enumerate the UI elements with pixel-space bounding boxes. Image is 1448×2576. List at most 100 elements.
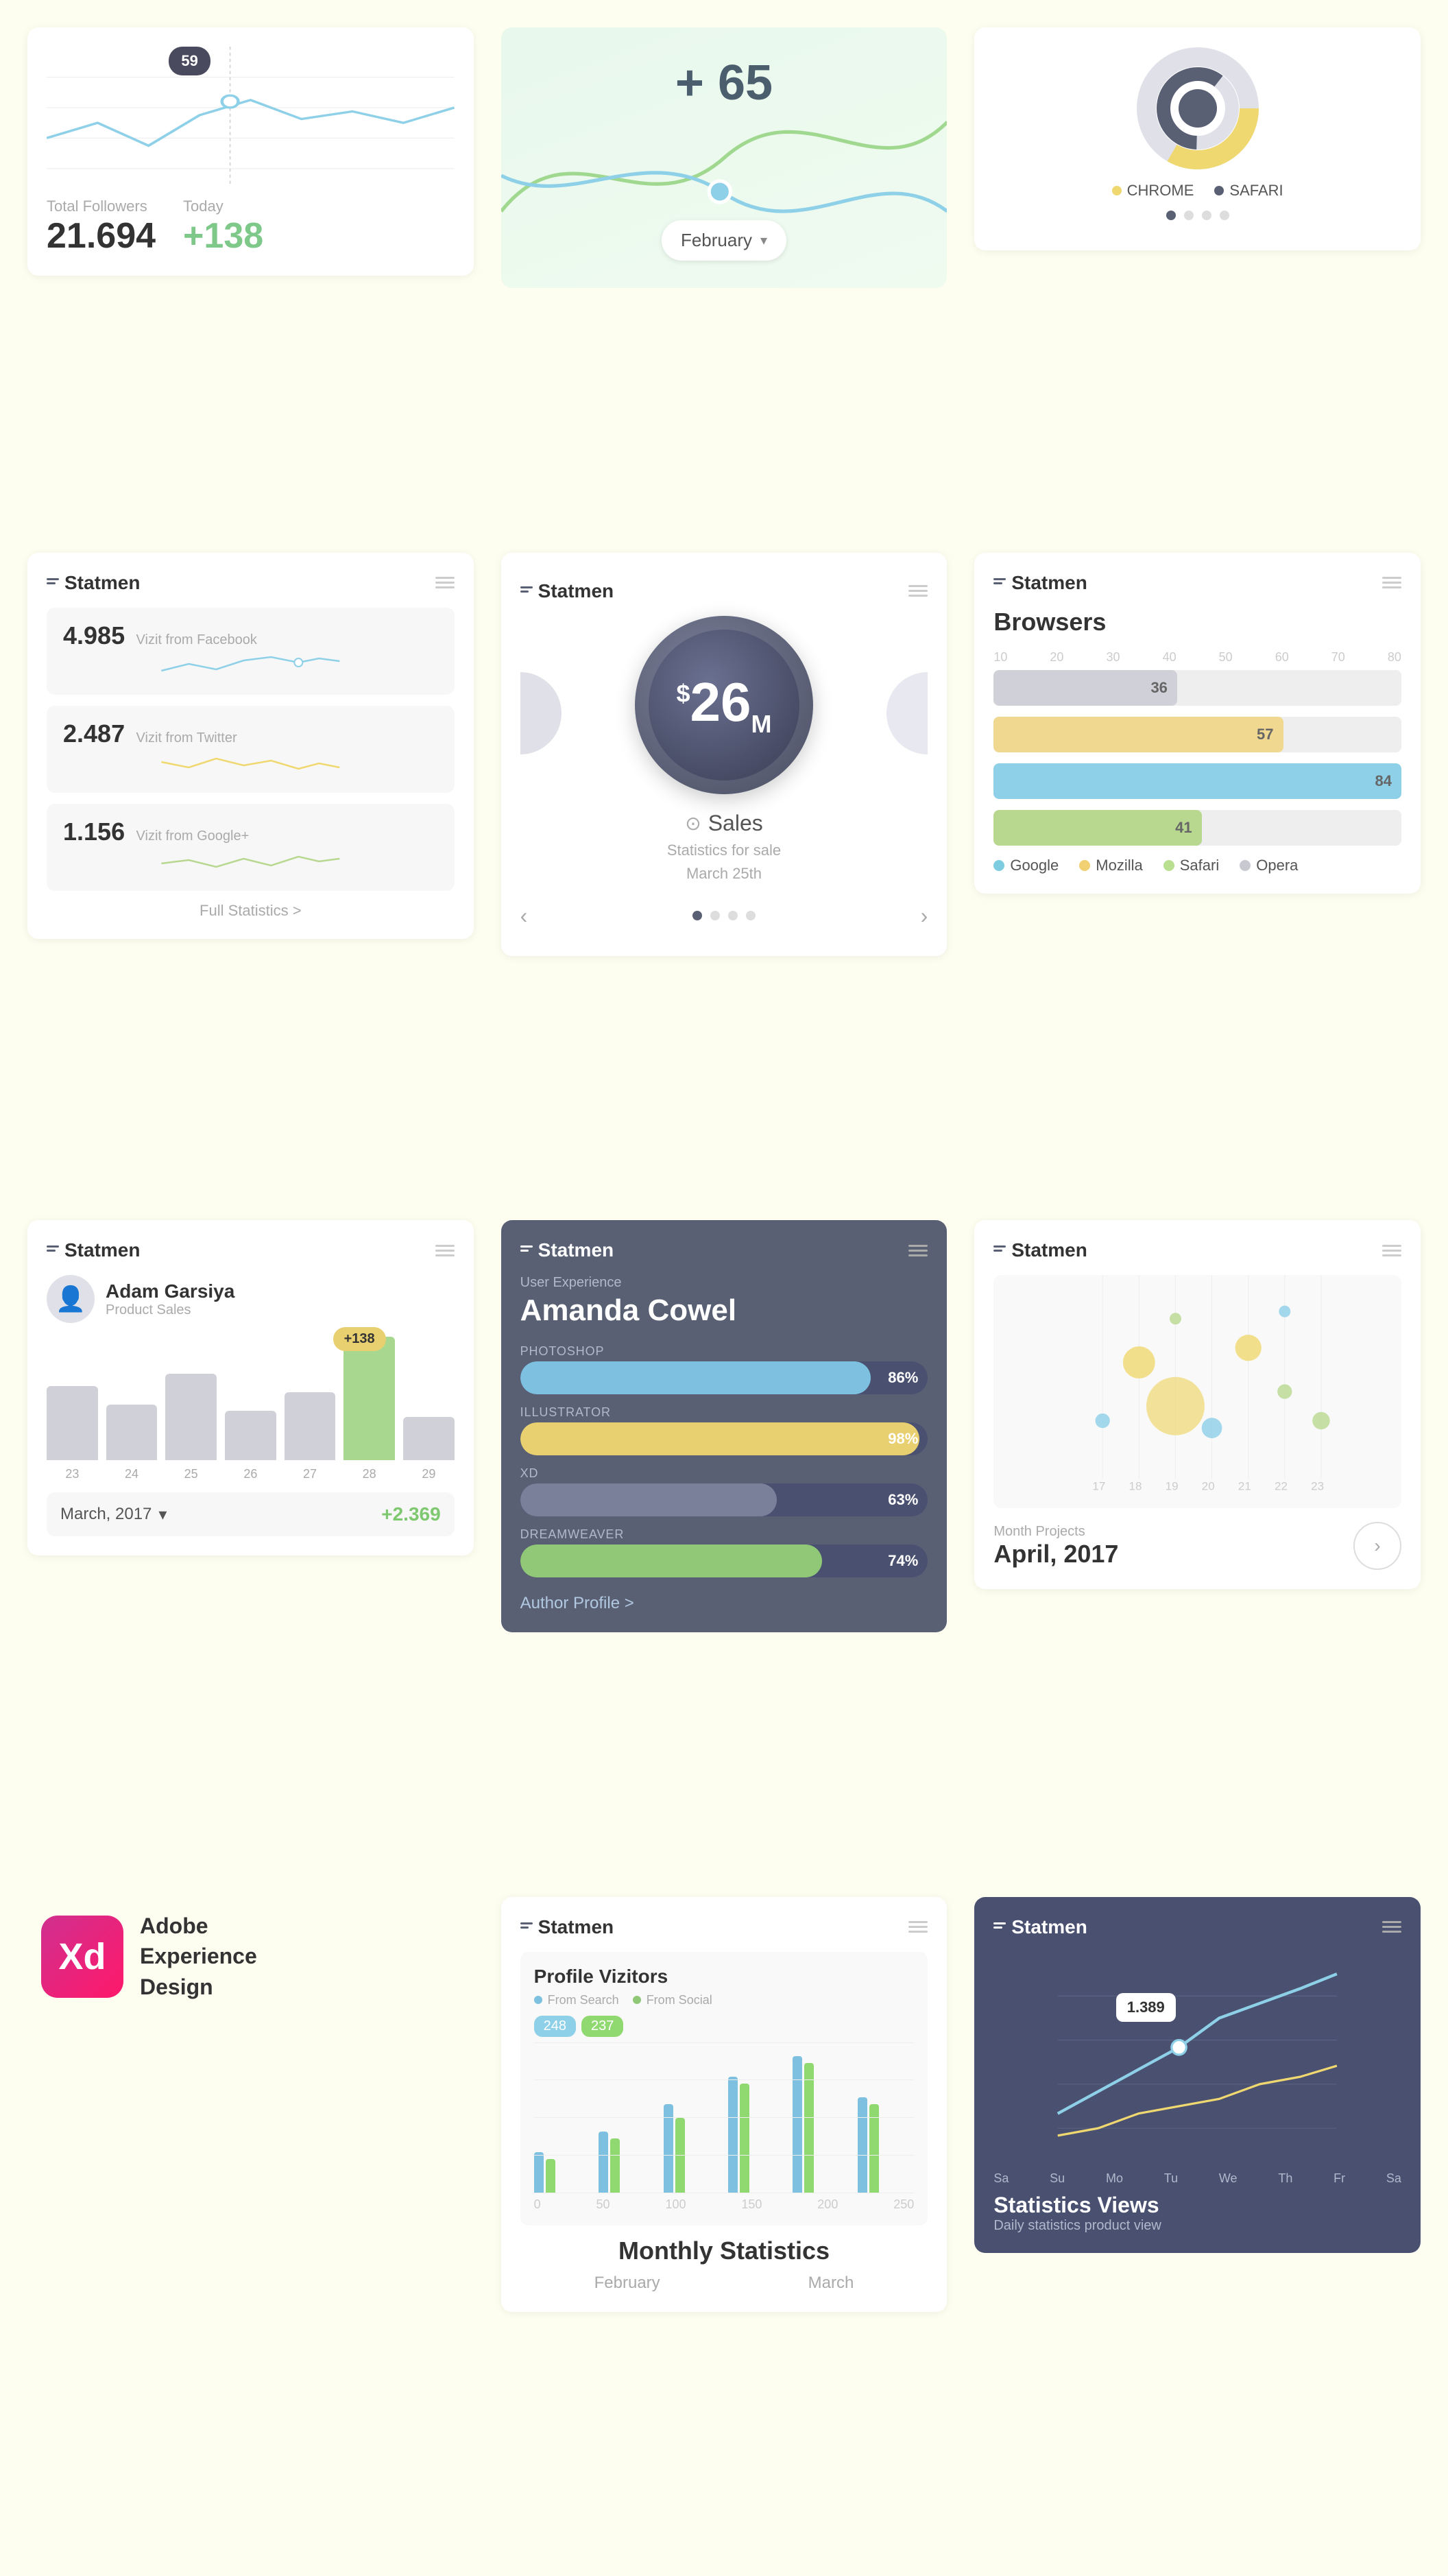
- bar-g1-green: [546, 2159, 555, 2193]
- bar-x-labels: 23 24 25 26 27 28 29: [47, 1467, 455, 1481]
- bar-fill-84: 84: [993, 763, 1401, 799]
- google-sparkline: [63, 846, 438, 874]
- chrome-label: CHROME: [1127, 182, 1194, 200]
- dot-4[interactable]: [1220, 211, 1229, 220]
- amanda-menu-icon[interactable]: [908, 1245, 928, 1256]
- sales-menu-icon[interactable]: [908, 585, 928, 597]
- bar-g5-green: [804, 2063, 814, 2193]
- menu-icon[interactable]: [435, 577, 455, 588]
- x-23: 23: [47, 1467, 98, 1481]
- profile-menu-icon[interactable]: [908, 1921, 928, 1933]
- browsers-menu-icon[interactable]: [1382, 577, 1401, 588]
- month-projects-card: Statmen 17 18 19 20 21 22 23: [974, 1220, 1421, 1589]
- amanda-title-text: Statmen: [538, 1239, 614, 1261]
- sales-header: Statmen: [520, 580, 928, 602]
- statmen-stats-card: Statmen 4.985 Vizit from Facebook 2.487 …: [27, 553, 474, 939]
- month-projects-bottom: Month Projects April, 2017 ›: [993, 1522, 1401, 1570]
- amanda-icon: [520, 1245, 533, 1255]
- adobe-xd-section: Xd Adobe Experience Design: [27, 1897, 474, 2016]
- x-mo: Mo: [1106, 2171, 1123, 2186]
- bar-group-chart: [534, 2042, 915, 2193]
- x-sa2: Sa: [1386, 2171, 1401, 2186]
- adobe-label3: Design: [140, 1975, 213, 1999]
- sales-title-text: Statmen: [538, 580, 614, 602]
- dot-1[interactable]: [1166, 211, 1176, 220]
- sales-label: Sales: [708, 811, 763, 836]
- dot-3[interactable]: [1202, 211, 1211, 220]
- x-we: We: [1219, 2171, 1238, 2186]
- full-stats-link[interactable]: Full Statistics >: [47, 902, 455, 920]
- x-th: Th: [1278, 2171, 1292, 2186]
- x-26: 26: [225, 1467, 276, 1481]
- person-icon: 👤: [56, 1285, 86, 1313]
- bar-57: 57: [993, 717, 1401, 752]
- sales-dot-2[interactable]: [710, 911, 720, 920]
- right-half-circle: [886, 672, 928, 754]
- bar-29: [403, 1417, 455, 1460]
- sales-dot-3[interactable]: [728, 911, 738, 920]
- followers-line-chart: [47, 47, 455, 184]
- prev-arrow[interactable]: ‹: [520, 903, 528, 929]
- mozilla-dot: [1079, 860, 1090, 871]
- profile-legend: From Search From Social: [534, 1993, 915, 2007]
- sales-unit: M: [751, 710, 771, 738]
- statmen-title: Statmen: [47, 572, 140, 594]
- stats-views-card: Statmen 1.389 Sa Su Mo Tu We Th Fr Sa: [974, 1897, 1421, 2253]
- profile-chart-area: Profile Vizitors From Search From Social…: [520, 1952, 928, 2226]
- sales-dot-1[interactable]: [692, 911, 702, 920]
- illustrator-bar: 98%: [520, 1422, 928, 1455]
- today-label: Today: [183, 198, 263, 215]
- month-projects-menu[interactable]: [1382, 1245, 1401, 1256]
- google-name: Google: [1010, 857, 1059, 874]
- social-label: From Social: [647, 1993, 712, 2007]
- feb-dropdown[interactable]: February ▾: [662, 220, 786, 261]
- chrome-safari-card: CHROME SAFARI: [974, 27, 1421, 250]
- x-sa: Sa: [993, 2171, 1009, 2186]
- dot-2[interactable]: [1184, 211, 1194, 220]
- followers-card: 59 Total Followers 21.694 Today +138: [27, 27, 474, 276]
- next-arrow[interactable]: ›: [921, 903, 928, 929]
- opera-name: Opera: [1256, 857, 1298, 874]
- amanda-statmen-title: Statmen: [520, 1239, 614, 1261]
- person-row: 👤 Adam Garsiya Product Sales: [47, 1275, 455, 1323]
- sales-amount: $26M: [676, 671, 771, 739]
- adobe-label2: Experience: [140, 1944, 257, 1968]
- tooltip-237: 237: [581, 2016, 623, 2037]
- tooltip-248: 248: [534, 2016, 576, 2037]
- safari-legend: SAFARI: [1214, 182, 1283, 200]
- donut-area: [993, 47, 1401, 174]
- google-dot: [993, 860, 1004, 871]
- x-su: Su: [1050, 2171, 1065, 2186]
- person-role: Product Sales: [106, 1302, 234, 1318]
- month-feb: February: [594, 2274, 660, 2293]
- chevron-down-icon: ▾: [760, 232, 767, 249]
- sales-dot-4[interactable]: [746, 911, 756, 920]
- bar-24: [106, 1405, 158, 1460]
- x-tu: Tu: [1164, 2171, 1178, 2186]
- circle-nav-button[interactable]: ›: [1353, 1522, 1401, 1570]
- legend-opera: Opera: [1240, 857, 1298, 874]
- legend-safari: Safari: [1163, 857, 1219, 874]
- photoshop-fill: [520, 1361, 871, 1394]
- carousel-dots: [993, 211, 1401, 220]
- stats-views-bottom: Statistics Views Daily statistics produc…: [993, 2193, 1401, 2234]
- facebook-num: 4.985: [63, 621, 125, 649]
- bar-g3: [664, 2104, 720, 2193]
- date-selector[interactable]: March, 2017 ▾ +2.369: [47, 1492, 455, 1536]
- author-profile-link[interactable]: Author Profile >: [520, 1594, 928, 1613]
- illustrator-pct: 98%: [888, 1430, 918, 1448]
- bar-g5: [793, 2056, 849, 2193]
- tooltip-badges: 248 237: [534, 2016, 915, 2037]
- stats-views-menu[interactable]: [1382, 1921, 1401, 1933]
- bar-axis: 1020304050607080: [993, 650, 1401, 665]
- svg-text:20: 20: [1202, 1479, 1215, 1492]
- google-num: 1.156: [63, 818, 125, 846]
- dreamweaver-bar: 74%: [520, 1545, 928, 1577]
- bar-23: [47, 1386, 98, 1460]
- safari-legend-dot: [1163, 860, 1174, 871]
- monthly-stats-months: February March: [520, 2274, 928, 2293]
- twitter-stat: 2.487 Vizit from Twitter: [47, 706, 455, 793]
- dreamweaver-skill: DREAMWEAVER 74%: [520, 1527, 928, 1577]
- adam-title-text: Statmen: [64, 1239, 140, 1261]
- adam-menu-icon[interactable]: [435, 1245, 455, 1256]
